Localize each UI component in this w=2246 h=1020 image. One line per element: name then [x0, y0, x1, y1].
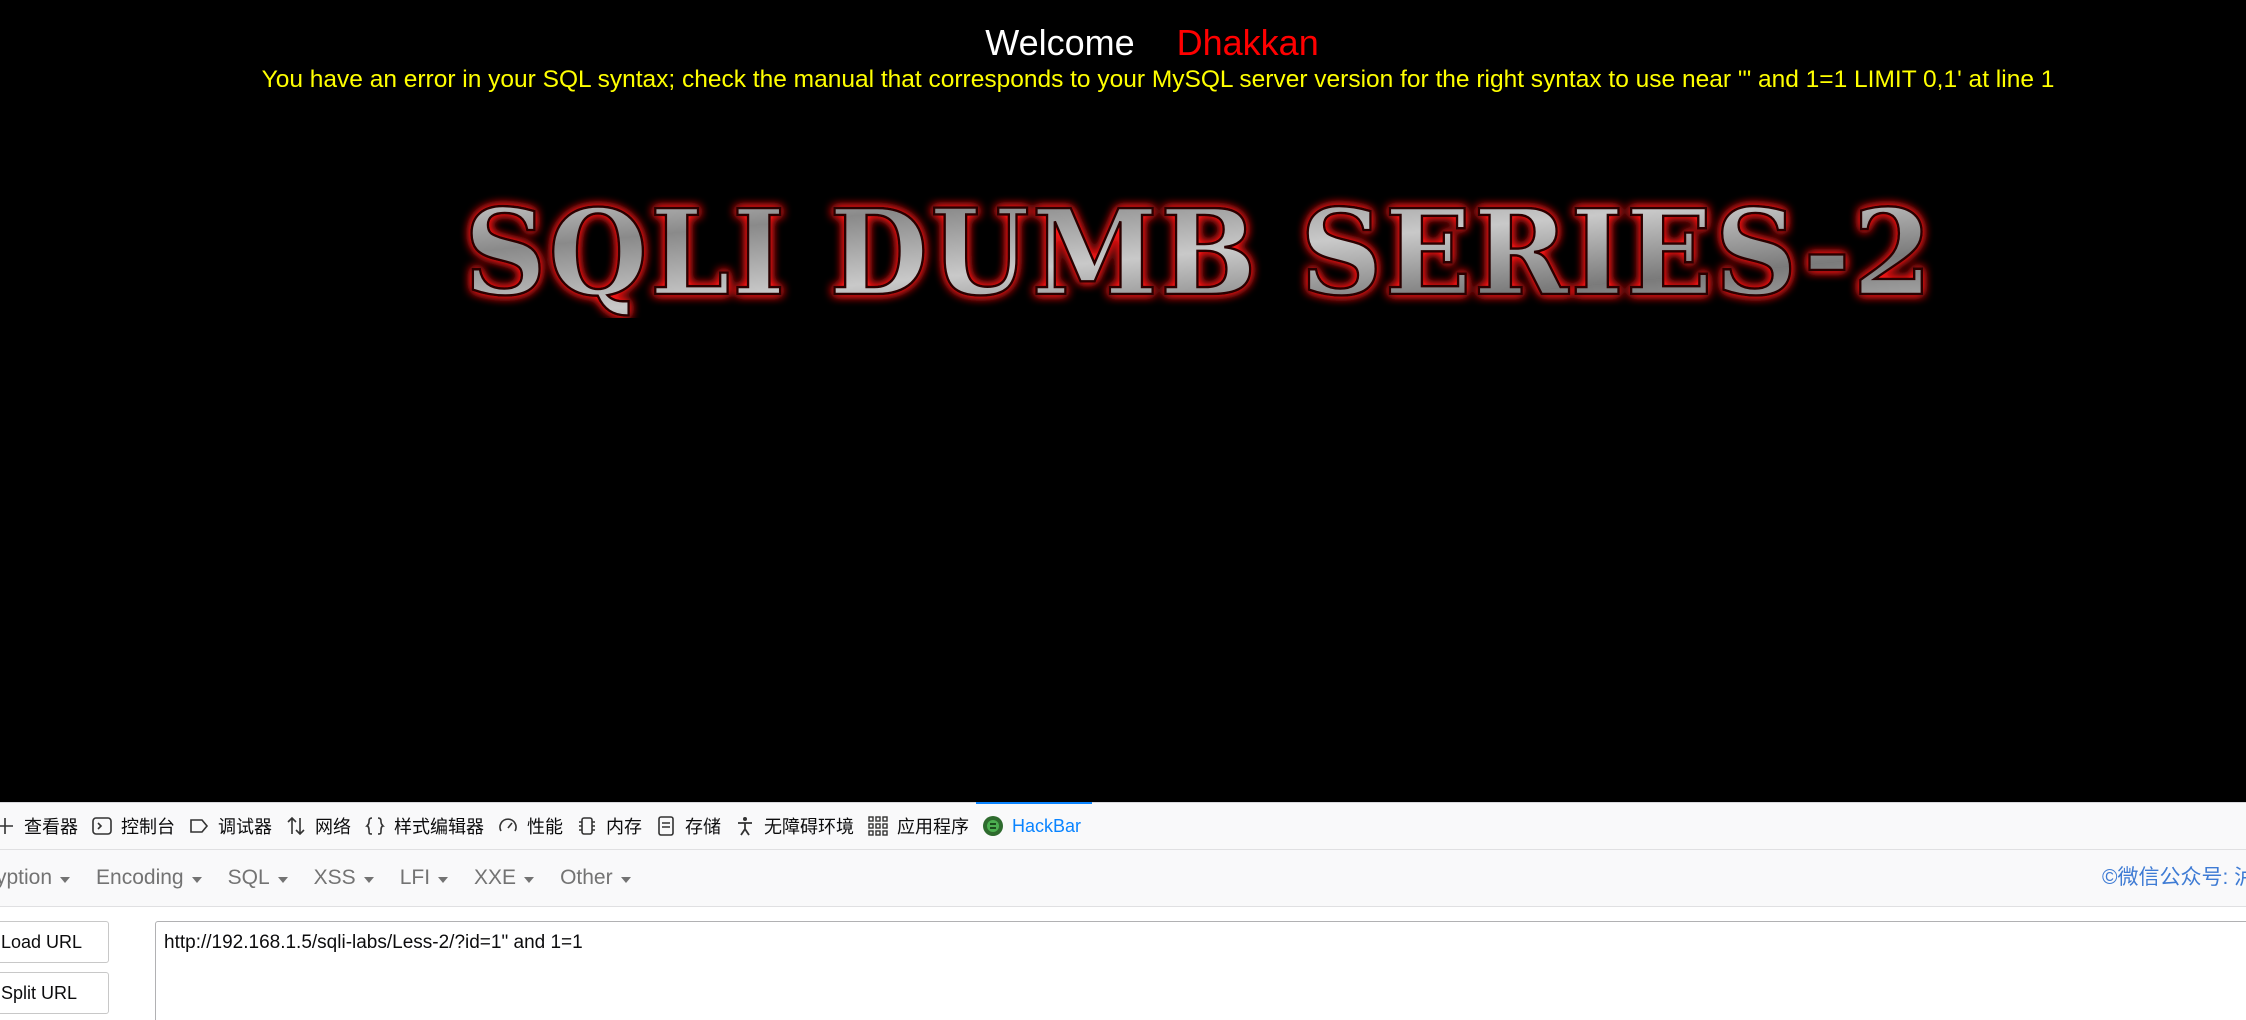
tab-label: 性能	[527, 817, 563, 837]
tab-network[interactable]: 网络	[283, 803, 362, 849]
menu-encryption[interactable]: yption	[0, 866, 71, 890]
browser-window: Welcome Dhakkan You have an error in your…	[0, 0, 2246, 1020]
tab-label: HackBar	[1012, 815, 1082, 836]
tab-label: 查看器	[24, 817, 78, 837]
tab-storage[interactable]: 存储	[653, 803, 732, 849]
application-icon	[865, 813, 891, 839]
hackbar-body: Load URL Split URL	[0, 907, 2246, 1020]
tab-hackbar[interactable]: HackBar	[975, 802, 1093, 849]
chevron-down-icon	[524, 876, 535, 883]
menu-label: XXE	[474, 866, 517, 889]
chevron-down-icon	[620, 876, 631, 883]
tab-debugger[interactable]: 调试器	[186, 803, 283, 849]
tab-accessibility[interactable]: 无障碍环境	[732, 803, 865, 849]
sqli-banner-logo: SQLI DUMB SERIES-2	[463, 186, 1934, 318]
tab-label: 存储	[685, 817, 721, 837]
storage-icon	[653, 813, 679, 839]
menu-lfi[interactable]: LFI	[399, 866, 449, 890]
tab-performance[interactable]: 性能	[495, 803, 574, 849]
devtools-panel: 查看器 控制台 调试器 网络 样式编辑器 性能 内存 存储 无障碍环境 应用程序…	[0, 802, 2246, 1020]
menu-label: SQL	[227, 866, 270, 889]
load-url-button[interactable]: Load URL	[0, 921, 109, 963]
tab-memory[interactable]: 内存	[574, 803, 653, 849]
style-editor-icon	[362, 813, 388, 839]
user-name: Dhakkan	[1176, 22, 1319, 63]
inspector-icon	[0, 813, 18, 839]
tab-label: 内存	[606, 817, 642, 837]
wechat-watermark: ©微信公众号: 泸	[2102, 866, 2246, 889]
menu-label: Encoding	[96, 866, 184, 889]
debugger-icon	[186, 813, 212, 839]
banner-text: SQLI DUMB SERIES-2	[464, 186, 1934, 318]
chevron-down-icon	[277, 876, 288, 883]
tab-label: 控制台	[121, 817, 175, 837]
welcome-line: Welcome Dhakkan	[0, 22, 2246, 64]
menu-xxe[interactable]: XXE	[474, 866, 535, 890]
menu-sql[interactable]: SQL	[228, 866, 288, 890]
tab-application[interactable]: 应用程序	[865, 803, 980, 849]
chevron-down-icon	[363, 876, 374, 883]
performance-icon	[495, 813, 521, 839]
memory-icon	[574, 813, 600, 839]
tab-label: 调试器	[218, 817, 272, 837]
tab-label: 应用程序	[897, 817, 969, 837]
accessibility-icon	[732, 813, 758, 839]
hackbar-icon	[980, 813, 1006, 839]
welcome-text: Welcome	[985, 22, 1135, 63]
menu-label: yption	[0, 866, 53, 889]
chevron-down-icon	[60, 876, 71, 883]
tab-style-editor[interactable]: 样式编辑器	[362, 803, 495, 849]
menu-label: Other	[560, 866, 613, 889]
tab-label: 网络	[315, 817, 351, 837]
web-page-content: Welcome Dhakkan You have an error in your…	[0, 0, 2246, 802]
tab-inspector[interactable]: 查看器	[0, 803, 89, 849]
url-input[interactable]	[155, 921, 2246, 1020]
tab-console[interactable]: 控制台	[89, 803, 186, 849]
network-icon	[283, 813, 309, 839]
split-url-button[interactable]: Split URL	[0, 972, 109, 1014]
tab-label: 样式编辑器	[394, 817, 484, 837]
menu-xss[interactable]: XSS	[314, 866, 374, 890]
tab-label: 无障碍环境	[764, 817, 854, 837]
menu-encoding[interactable]: Encoding	[96, 866, 202, 890]
hackbar-toolbar: yption Encoding SQL XSS LFI XXE Other ©微…	[0, 850, 2246, 907]
chevron-down-icon	[438, 876, 449, 883]
devtools-tab-bar: 查看器 控制台 调试器 网络 样式编辑器 性能 内存 存储 无障碍环境 应用程序…	[0, 802, 2246, 850]
menu-other[interactable]: Other	[560, 866, 631, 890]
menu-label: LFI	[399, 866, 431, 889]
sql-error-message: You have an error in your SQL syntax; ch…	[261, 66, 2055, 93]
chevron-down-icon	[191, 876, 202, 883]
menu-label: XSS	[313, 866, 356, 889]
console-icon	[89, 813, 115, 839]
